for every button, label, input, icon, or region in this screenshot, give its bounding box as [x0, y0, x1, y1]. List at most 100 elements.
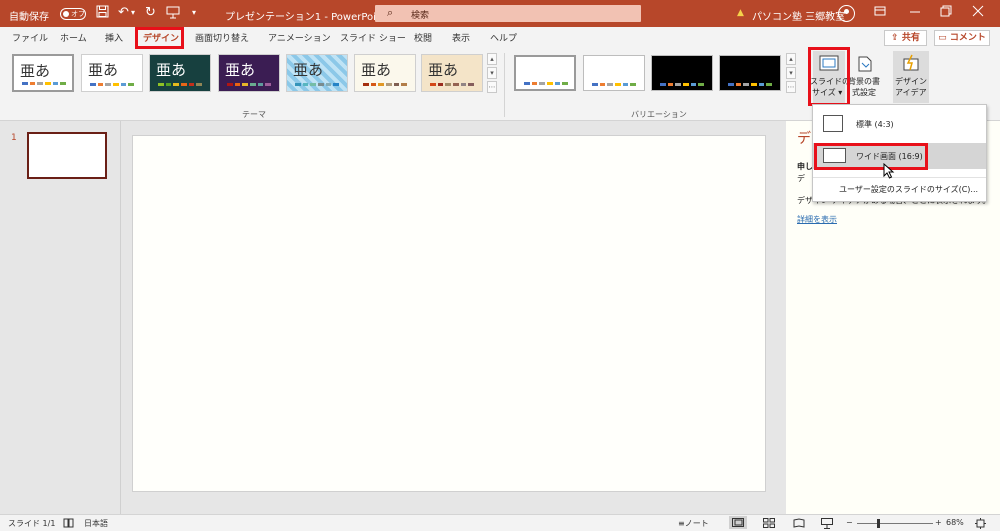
- spellcheck-icon[interactable]: [63, 518, 74, 530]
- variations-scroll-up[interactable]: ▴: [786, 53, 796, 65]
- normal-view-icon[interactable]: [729, 516, 747, 529]
- language[interactable]: 日本語: [84, 518, 108, 529]
- menu-item-custom-label: ユーザー設定のスライドのサイズ(C)...: [839, 185, 979, 194]
- title-bar: 自動保存 オフ ↶ ▾ ↻ ▾ プレゼンテーション1 - PowerPoint …: [0, 0, 1000, 27]
- autosave-state: オフ: [71, 10, 85, 18]
- theme-colors: [430, 83, 475, 86]
- variations-scroll-down[interactable]: ▾: [786, 67, 796, 79]
- variations-more[interactable]: ⋯: [786, 81, 796, 93]
- redo-icon[interactable]: ↻: [145, 5, 156, 21]
- variation-1[interactable]: [514, 55, 576, 91]
- variation-3[interactable]: [651, 55, 713, 91]
- save-icon[interactable]: [96, 5, 109, 23]
- warning-icon[interactable]: ▲: [737, 8, 744, 18]
- share-icon: ⇪: [891, 33, 902, 43]
- tab-insert[interactable]: 挿入: [105, 31, 123, 44]
- comment-button[interactable]: ▭ コメント: [934, 30, 990, 46]
- theme-ion[interactable]: 亜あ: [218, 54, 280, 92]
- tab-view[interactable]: 表示: [452, 31, 470, 44]
- zoom-slider-track[interactable]: [857, 523, 933, 524]
- cursor-icon: [883, 163, 895, 179]
- theme-glyph: 亜あ: [88, 61, 119, 79]
- customize-icon[interactable]: ▾: [192, 5, 196, 21]
- notes-label: ノート: [684, 519, 709, 528]
- theme-office[interactable]: 亜あ: [12, 54, 74, 92]
- slideshow-icon[interactable]: [821, 518, 833, 531]
- zoom-slider-thumb[interactable]: [877, 519, 880, 528]
- slide-sorter-icon[interactable]: [763, 518, 775, 530]
- zoom-in-button[interactable]: +: [935, 518, 942, 527]
- zoom-out-button[interactable]: −: [846, 518, 853, 527]
- notes-button[interactable]: ≡ノート: [678, 518, 709, 529]
- design-pane-line1: 申し: [797, 162, 813, 171]
- variations-group-label: バリエーション: [631, 110, 687, 119]
- tab-animations[interactable]: アニメーション: [268, 31, 331, 44]
- autosave-toggle[interactable]: オフ: [60, 8, 86, 20]
- theme-glyph: 亜あ: [20, 62, 51, 80]
- themes-more[interactable]: ⋯: [487, 81, 497, 93]
- avatar[interactable]: [838, 5, 855, 22]
- tab-transitions[interactable]: 画面切り替え: [195, 31, 249, 44]
- theme-facet[interactable]: 亜あ: [149, 54, 211, 92]
- highlight-slide-size-button: [808, 47, 850, 106]
- theme-colors: [90, 83, 135, 86]
- theme-glyph: 亜あ: [361, 61, 392, 79]
- theme-retrospect[interactable]: 亜あ: [286, 54, 348, 92]
- theme-office-2[interactable]: 亜あ: [81, 54, 143, 92]
- reading-view-icon[interactable]: [793, 518, 805, 530]
- zoom-level[interactable]: 68%: [946, 518, 964, 527]
- tab-review[interactable]: 校閲: [414, 31, 432, 44]
- slide-counter: スライド 1/1: [8, 519, 56, 528]
- theme-organic[interactable]: 亜あ: [354, 54, 416, 92]
- slide-number: 1: [11, 133, 17, 143]
- restore-icon[interactable]: [940, 5, 952, 22]
- undo-dropdown-icon[interactable]: ▾: [131, 5, 135, 21]
- search-box[interactable]: ⌕ 検索: [375, 5, 641, 22]
- variation-2[interactable]: [583, 55, 645, 91]
- theme-colors: [227, 83, 272, 86]
- theme-wood[interactable]: 亜あ: [421, 54, 483, 92]
- ribbon-display-icon[interactable]: [874, 5, 886, 22]
- design-pane-title: デ: [797, 131, 811, 147]
- notes-icon: ≡: [678, 519, 685, 528]
- tab-file[interactable]: ファイル: [12, 31, 48, 44]
- undo-icon[interactable]: ↶: [118, 5, 129, 21]
- user-name[interactable]: パソコン塾 三郷教室: [752, 8, 845, 23]
- fit-to-window-icon[interactable]: [975, 518, 986, 531]
- highlight-widescreen-option: [814, 143, 928, 170]
- search-placeholder: 検索: [411, 11, 430, 21]
- theme-glyph: 亜あ: [156, 61, 187, 79]
- search-icon: ⌕: [387, 6, 394, 19]
- variation-colors: [524, 82, 569, 85]
- details-link[interactable]: 詳細を表示: [797, 214, 837, 225]
- variation-4[interactable]: [719, 55, 781, 91]
- close-icon[interactable]: [972, 5, 984, 22]
- variation-colors: [660, 83, 705, 86]
- minimize-icon[interactable]: [909, 5, 921, 22]
- tab-home[interactable]: ホーム: [60, 31, 87, 44]
- theme-glyph: 亜あ: [225, 61, 256, 79]
- group-separator: [504, 53, 505, 117]
- toggle-knob: [63, 11, 69, 17]
- design-pane-line2: デ: [797, 174, 805, 183]
- share-button[interactable]: ⇪ 共有: [884, 30, 927, 46]
- themes-scroll-down[interactable]: ▾: [487, 67, 497, 79]
- menu-item-standard[interactable]: 標準 (4:3): [813, 111, 986, 137]
- theme-colors: [22, 82, 67, 85]
- present-icon[interactable]: [166, 5, 180, 24]
- design-ideas-label-2: アイデア: [895, 88, 927, 97]
- format-background-label-1: 背景の書: [848, 77, 880, 86]
- theme-glyph: 亜あ: [293, 61, 324, 79]
- theme-colors: [363, 83, 408, 86]
- standard-size-icon: [823, 115, 843, 132]
- slide-thumbnail[interactable]: [27, 132, 107, 179]
- format-background-button[interactable]: 背景の書 式設定: [847, 51, 883, 103]
- slide-canvas[interactable]: [132, 135, 766, 492]
- format-background-icon: [858, 56, 872, 72]
- autosave-label: 自動保存: [9, 12, 49, 23]
- tab-help[interactable]: ヘルプ: [490, 31, 517, 44]
- menu-item-custom-size[interactable]: ユーザー設定のスライドのサイズ(C)...: [813, 177, 986, 203]
- design-ideas-button[interactable]: デザイン アイデア: [893, 51, 929, 103]
- themes-scroll-up[interactable]: ▴: [487, 53, 497, 65]
- tab-slideshow[interactable]: スライド ショー: [340, 31, 406, 44]
